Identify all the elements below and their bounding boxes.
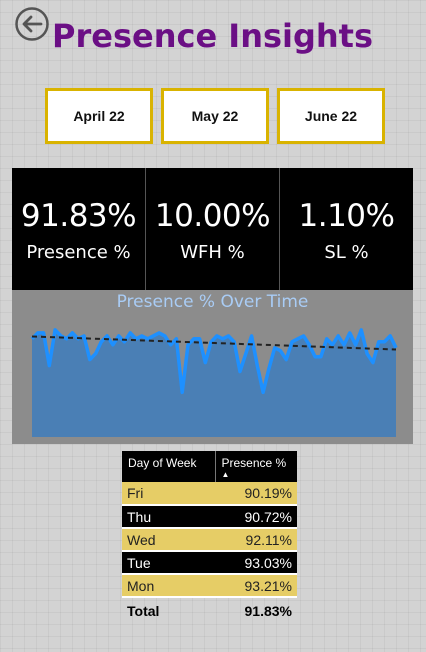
table-cell-day: Tue bbox=[122, 551, 215, 575]
chart-title: Presence % Over Time bbox=[116, 292, 309, 312]
table-cell-day: Wed bbox=[122, 528, 215, 552]
column-header-day[interactable]: Day of Week bbox=[122, 451, 215, 482]
table-row[interactable]: Tue 93.03% bbox=[122, 551, 297, 575]
presence-chart[interactable]: Presence % Over Time bbox=[12, 290, 413, 444]
table-row[interactable]: Fri 90.19% bbox=[122, 482, 297, 506]
kpi-presence-value: 91.83% bbox=[20, 197, 137, 234]
table-cell-value: 90.72% bbox=[215, 505, 297, 529]
back-button[interactable] bbox=[14, 6, 50, 42]
kpi-sl-label: SL % bbox=[324, 241, 369, 263]
column-header-presence-label: Presence % bbox=[221, 456, 287, 470]
back-arrow-icon bbox=[15, 7, 49, 41]
kpi-wfh: 10.00% WFH % bbox=[146, 168, 280, 290]
kpi-presence: 91.83% Presence % bbox=[12, 168, 146, 290]
table-row[interactable]: Thu 90.72% bbox=[122, 505, 297, 529]
table-cell-day: Mon bbox=[122, 574, 215, 598]
table-row[interactable]: Wed 92.11% bbox=[122, 528, 297, 552]
kpi-presence-label: Presence % bbox=[26, 241, 131, 263]
filter-may-button[interactable]: May 22 bbox=[161, 88, 269, 144]
filter-june-button[interactable]: June 22 bbox=[277, 88, 385, 144]
table-cell-value: 93.21% bbox=[215, 574, 297, 598]
presence-chart-svg bbox=[30, 328, 398, 437]
table-row[interactable]: Mon 93.21% bbox=[122, 574, 297, 598]
table-cell-value: 90.19% bbox=[215, 482, 297, 506]
filter-april-button[interactable]: April 22 bbox=[45, 88, 153, 144]
page-title: Presence Insights bbox=[52, 17, 374, 55]
table-cell-day: Thu bbox=[122, 505, 215, 529]
day-of-week-table: Day of Week Presence % ▲ Fri 90.19% Thu 9… bbox=[122, 451, 297, 623]
column-header-presence[interactable]: Presence % ▲ bbox=[214, 451, 297, 482]
table-cell-value: 93.03% bbox=[215, 551, 297, 575]
table-total-value: 91.83% bbox=[215, 596, 297, 623]
kpi-sl: 1.10% SL % bbox=[280, 168, 413, 290]
kpi-panel: 91.83% Presence % 10.00% WFH % 1.10% SL … bbox=[12, 168, 413, 290]
sort-ascending-icon: ▲ bbox=[221, 470, 230, 479]
table-total-row: Total 91.83% bbox=[122, 596, 297, 623]
table-total-label: Total bbox=[122, 596, 215, 623]
column-header-day-label: Day of Week bbox=[128, 456, 197, 470]
kpi-sl-value: 1.10% bbox=[298, 197, 395, 234]
kpi-wfh-value: 10.00% bbox=[154, 197, 271, 234]
kpi-wfh-label: WFH % bbox=[180, 241, 245, 263]
table-cell-value: 92.11% bbox=[215, 528, 297, 552]
table-cell-day: Fri bbox=[122, 482, 215, 506]
